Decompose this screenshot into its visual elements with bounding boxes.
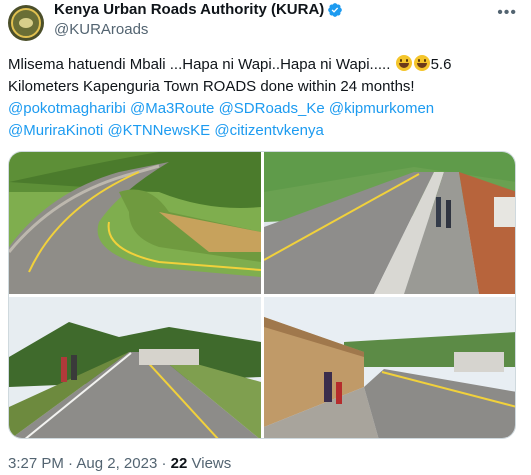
- views-label: Views: [191, 455, 232, 472]
- mention-link[interactable]: @KTNNewsKE: [107, 122, 210, 139]
- more-options-icon[interactable]: •••: [497, 4, 517, 22]
- author-block: Kenya Urban Roads Authority (KURA) @KURA…: [54, 1, 343, 39]
- grinning-face-emoji-icon: [395, 55, 412, 71]
- photo-4[interactable]: [264, 297, 515, 438]
- mention-link[interactable]: @citizentvkenya: [214, 122, 323, 139]
- meta-separator: ·: [68, 455, 74, 472]
- mention-link[interactable]: @SDRoads_Ke: [219, 100, 325, 117]
- mention-link[interactable]: @kipmurkomen: [329, 100, 434, 117]
- grinning-face-emoji-icon: [413, 55, 430, 71]
- tweet-date[interactable]: Aug 2, 2023: [76, 455, 157, 472]
- verified-badge-icon: [328, 3, 343, 17]
- tweet-text-part1: Mlisema hatuendi Mbali ...Hapa ni Wapi..…: [8, 56, 395, 73]
- author-display-name[interactable]: Kenya Urban Roads Authority (KURA): [54, 1, 324, 19]
- tweet-meta: 3:27 PM · Aug 2, 2023 · 22 Views: [8, 455, 231, 473]
- photo-3[interactable]: [9, 297, 261, 438]
- meta-separator: ·: [161, 455, 167, 472]
- photo-2[interactable]: [264, 152, 515, 294]
- mention-link[interactable]: @Ma3Route: [130, 100, 214, 117]
- tweet-text: Mlisema hatuendi Mbali ...Hapa ni Wapi..…: [8, 54, 523, 142]
- photo-1[interactable]: [9, 152, 261, 294]
- kura-logo-icon: [11, 8, 41, 38]
- mention-link[interactable]: @MuriraKinoti: [8, 122, 103, 139]
- author-handle[interactable]: @KURAroads: [54, 21, 343, 39]
- media-grid: [8, 151, 516, 439]
- avatar[interactable]: [8, 5, 44, 41]
- tweet-card: Kenya Urban Roads Authority (KURA) @KURA…: [0, 0, 531, 475]
- mention-link[interactable]: @pokotmagharibi: [8, 100, 126, 117]
- tweet-time[interactable]: 3:27 PM: [8, 455, 64, 472]
- views-count: 22: [170, 455, 188, 472]
